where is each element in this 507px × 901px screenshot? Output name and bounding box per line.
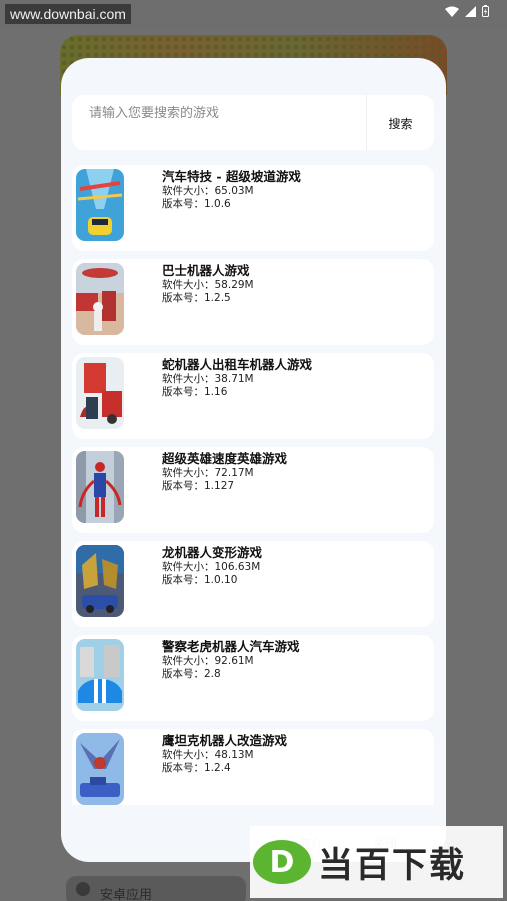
game-version: 版本号：2.8 xyxy=(162,668,221,680)
game-title: 龙机器人变形游戏 xyxy=(162,545,263,560)
watermark-d-icon: D xyxy=(253,840,311,884)
game-list-item[interactable]: 巴士机器人游戏 软件大小：58.29M 版本号：1.2.5 xyxy=(72,259,434,345)
game-size: 软件大小：38.71M xyxy=(162,373,254,385)
game-size: 软件大小：106.63M xyxy=(162,561,261,573)
game-version: 版本号：1.0.10 xyxy=(162,574,238,586)
game-info: 超级英雄速度英雄游戏 软件大小：72.17M 版本号：1.127 xyxy=(162,450,287,493)
game-size: 软件大小：72.17M xyxy=(162,467,254,479)
signal-icon xyxy=(465,5,476,17)
game-list: 汽车特技 - 超级坡道游戏 软件大小：65.03M 版本号：1.0.6 巴士机器… xyxy=(72,165,434,805)
game-info: 巴士机器人游戏 软件大小：58.29M 版本号：1.2.5 xyxy=(162,262,254,305)
game-list-item[interactable]: 汽车特技 - 超级坡道游戏 软件大小：65.03M 版本号：1.0.6 xyxy=(72,165,434,251)
game-info: 汽车特技 - 超级坡道游戏 软件大小：65.03M 版本号：1.0.6 xyxy=(162,168,301,211)
game-version: 版本号：1.16 xyxy=(162,386,228,398)
game-list-item[interactable]: 龙机器人变形游戏 软件大小：106.63M 版本号：1.0.10 xyxy=(72,541,434,627)
game-thumbnail xyxy=(76,451,124,523)
background-label: 安卓应用 xyxy=(100,888,153,901)
game-list-item[interactable]: 超级英雄速度英雄游戏 软件大小：72.17M 版本号：1.127 xyxy=(72,447,434,533)
game-info: 鹰坦克机器人改造游戏 软件大小：48.13M 版本号：1.2.4 xyxy=(162,732,287,775)
game-info: 警察老虎机器人汽车游戏 软件大小：92.61M 版本号：2.8 xyxy=(162,638,300,681)
game-info: 龙机器人变形游戏 软件大小：106.63M 版本号：1.0.10 xyxy=(162,544,262,587)
game-thumbnail xyxy=(76,357,124,429)
game-version: 版本号：1.2.5 xyxy=(162,292,231,304)
background-card xyxy=(66,876,246,901)
game-title: 鹰坦克机器人改造游戏 xyxy=(162,733,288,748)
watermark-url: www.downbai.com xyxy=(5,4,131,24)
game-thumbnail xyxy=(76,639,124,711)
game-list-item[interactable]: 蛇机器人出租车机器人游戏 软件大小：38.71M 版本号：1.16 xyxy=(72,353,434,439)
search-input[interactable] xyxy=(72,95,366,150)
game-version: 版本号：1.0.6 xyxy=(162,198,231,210)
game-title: 超级英雄速度英雄游戏 xyxy=(162,451,288,466)
game-info: 蛇机器人出租车机器人游戏 软件大小：38.71M 版本号：1.16 xyxy=(162,356,312,399)
game-version: 版本号：1.2.4 xyxy=(162,762,231,774)
watermark-text: 当百下载 xyxy=(318,845,467,886)
status-icons xyxy=(445,5,489,17)
game-thumbnail xyxy=(76,545,124,617)
game-list-item[interactable]: 鹰坦克机器人改造游戏 软件大小：48.13M 版本号：1.2.4 xyxy=(72,729,434,805)
game-version: 版本号：1.127 xyxy=(162,480,235,492)
game-thumbnail xyxy=(76,263,124,335)
wifi-icon xyxy=(445,6,459,17)
game-title: 蛇机器人出租车机器人游戏 xyxy=(162,357,313,372)
game-list-item[interactable]: 警察老虎机器人汽车游戏 软件大小：92.61M 版本号：2.8 xyxy=(72,635,434,721)
game-thumbnail xyxy=(76,733,124,805)
game-size: 软件大小：58.29M xyxy=(162,279,254,291)
game-title: 巴士机器人游戏 xyxy=(162,263,250,278)
background-app-icon xyxy=(76,882,90,896)
game-title: 警察老虎机器人汽车游戏 xyxy=(162,639,300,654)
watermark-letter: D xyxy=(270,845,295,880)
game-size: 软件大小：65.03M xyxy=(162,185,254,197)
search-button[interactable]: 搜索 xyxy=(367,95,434,150)
game-size: 软件大小：92.61M xyxy=(162,655,254,667)
watermark-logo: D 当百下载 xyxy=(250,826,503,898)
battery-icon xyxy=(482,5,489,17)
game-size: 软件大小：48.13M xyxy=(162,749,254,761)
game-title: 汽车特技 - 超级坡道游戏 xyxy=(162,169,301,184)
game-thumbnail xyxy=(76,169,124,241)
search-dialog: 搜索 汽车特技 - 超级坡道游戏 软件大小：65.03M 版本号：1.0.6 xyxy=(61,58,446,862)
search-bar: 搜索 xyxy=(72,95,434,150)
